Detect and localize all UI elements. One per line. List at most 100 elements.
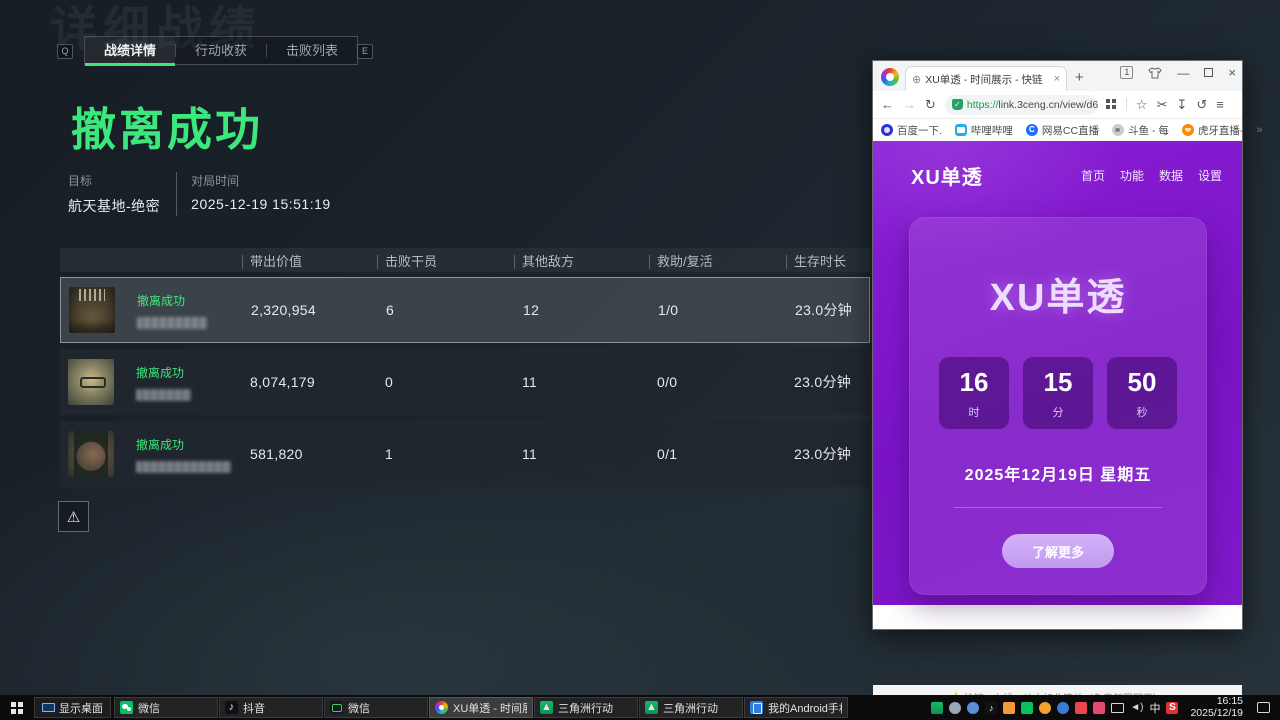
forward-icon[interactable]: → [903, 97, 916, 112]
player-cell: 撤离成功 [61, 287, 241, 333]
tray-microphone-icon[interactable] [949, 702, 961, 714]
goal-label: 目标 [68, 172, 160, 189]
taskbar-app-wechat[interactable]: 微信 [114, 697, 218, 718]
show-desktop-button[interactable]: 显示桌面 [34, 697, 111, 718]
warning-icon: ⚠ [67, 508, 80, 526]
start-button[interactable] [0, 695, 34, 720]
douyin-icon: ♪ [225, 701, 238, 714]
tab-action-loot[interactable]: 行动收获 [176, 37, 266, 64]
address-bar[interactable]: ✓ https://link.3ceng.cn/view/d6 [945, 95, 1098, 115]
tab-kill-list[interactable]: 击败列表 [267, 37, 357, 64]
browser-tab-title: XU单透 - 时间展示 - 快链 [925, 72, 1049, 87]
browser-titlebar[interactable]: ⊕ XU单透 - 时间展示 - 快链 × + 1 — × [873, 61, 1242, 91]
nav-home[interactable]: 首页 [1081, 167, 1105, 184]
bilibili-icon [955, 124, 967, 136]
table-row[interactable]: 撤离成功 2,320,954 6 12 1/0 23.0分钟 [60, 277, 870, 343]
tab-close-icon[interactable]: × [1054, 73, 1060, 85]
url-text: link.3ceng.cn/view/d6 [998, 99, 1097, 111]
download-icon[interactable]: ↧ [1176, 97, 1187, 113]
player-status: 撤离成功 [136, 436, 231, 453]
history-undo-icon[interactable]: ↺ [1196, 97, 1207, 113]
sogou-icon[interactable]: S [1166, 702, 1178, 714]
delta-force-icon: ▲ [540, 701, 553, 714]
tray-red-app-2-icon[interactable] [1093, 702, 1105, 714]
nav-features[interactable]: 功能 [1120, 167, 1144, 184]
refresh-icon[interactable]: ↻ [925, 97, 936, 113]
tray-wechat-icon[interactable] [1021, 702, 1033, 714]
browser-logo-icon[interactable] [881, 68, 899, 86]
back-icon[interactable]: ← [881, 97, 894, 112]
wechat-outline-icon [330, 701, 343, 714]
header-carry-value: 带出价值 [240, 251, 375, 270]
favorite-star-icon[interactable]: ☆ [1136, 97, 1148, 113]
tray-blue-app-icon[interactable] [1057, 702, 1069, 714]
table-row[interactable]: 撤离成功 8,074,179 0 11 0/0 23.0分钟 [60, 349, 870, 415]
notification-center-icon[interactable] [1257, 702, 1270, 713]
seconds-label: 秒 [1137, 404, 1148, 420]
tray-app-icon[interactable] [967, 702, 979, 714]
site-logo: XU单透 [911, 161, 983, 190]
bookmark-douyu[interactable]: 斗鱼 - 每 [1112, 123, 1169, 138]
tray-douyin-icon[interactable]: ♪ [985, 702, 997, 714]
delta-force-icon: ▲ [645, 701, 658, 714]
hours-label: 时 [969, 404, 980, 420]
close-button[interactable]: × [1228, 65, 1236, 80]
site-header: XU单透 首页 功能 数据 设置 [873, 141, 1242, 190]
report-warning-button[interactable]: ⚠ [58, 501, 89, 532]
bookmark-netease-cc[interactable]: C 网易CC直播 [1026, 123, 1099, 138]
bookmarks-overflow-icon[interactable]: » [1256, 124, 1262, 136]
carry-value: 8,074,179 [240, 374, 375, 390]
header-survival-time: 生存时长 [784, 251, 870, 270]
browser-icon [435, 701, 448, 714]
tray-huya-icon[interactable] [1039, 702, 1051, 714]
minimize-button[interactable]: — [1177, 68, 1189, 78]
bookmark-bilibili[interactable]: 哔哩哔哩 [955, 123, 1013, 138]
bookmark-huya[interactable]: 虎牙直播- [1182, 123, 1244, 138]
screenshot-scissors-icon[interactable]: ✂ [1157, 97, 1168, 113]
monitor-icon [42, 703, 55, 712]
volume-icon[interactable]: ◄) [1130, 702, 1143, 713]
squad-score-table: 带出价值 击败干员 其他敌方 救助/复活 生存时长 撤离成功 2,320,954… [60, 248, 870, 493]
network-icon[interactable] [1111, 703, 1124, 713]
rescue-revive: 0/1 [647, 446, 784, 462]
browser-tab[interactable]: ⊕ XU单透 - 时间展示 - 快链 × [905, 66, 1067, 91]
match-time-label: 对局时间 [191, 172, 331, 189]
match-time: 对局时间 2025-12-19 15:51:19 [176, 172, 347, 216]
rescue-revive: 1/0 [648, 302, 785, 318]
nav-data[interactable]: 数据 [1159, 167, 1183, 184]
maximize-button[interactable] [1204, 68, 1213, 77]
tray-app-orange-icon[interactable] [1003, 702, 1015, 714]
carry-value: 2,320,954 [241, 302, 376, 318]
tray-time: 16:15 [1190, 696, 1243, 708]
header-other-enemies: 其他敌方 [512, 251, 647, 270]
menu-icon[interactable]: ≡ [1216, 97, 1224, 112]
date-display: 2025年12月19日 星期五 [910, 461, 1206, 485]
tray-clock[interactable]: 16:15 2025/12/19 [1184, 696, 1251, 719]
player-cell: 撤离成功 [60, 359, 240, 405]
minutes-label: 分 [1053, 404, 1064, 420]
ime-indicator[interactable]: 中 [1149, 700, 1160, 716]
table-row[interactable]: 撤离成功 581,820 1 11 0/1 23.0分钟 [60, 421, 870, 487]
tab-count-badge[interactable]: 1 [1120, 66, 1133, 79]
tray-red-app-icon[interactable] [1075, 702, 1087, 714]
player-status: 撤离成功 [137, 292, 207, 309]
nav-settings[interactable]: 设置 [1198, 167, 1222, 184]
windows-logo-icon [11, 702, 23, 714]
taskbar-app-deltaforce-2[interactable]: ▲ 三角洲行动 [639, 697, 743, 718]
tab-battle-detail[interactable]: 战绩详情 [85, 37, 175, 64]
header-rescue-revive: 救助/复活 [647, 251, 784, 270]
tray-delta-force-icon[interactable] [931, 702, 943, 714]
bookmark-baidu[interactable]: 百度一下. [881, 123, 942, 138]
player-avatar [68, 359, 114, 405]
taskbar-app-douyin[interactable]: ♪ 抖音 [219, 697, 323, 718]
survival-time: 23.0分钟 [784, 372, 870, 392]
new-tab-button[interactable]: + [1075, 69, 1084, 86]
apps-grid-icon[interactable] [1106, 99, 1117, 110]
skin-theme-icon[interactable] [1148, 67, 1162, 79]
taskbar-app-deltaforce-1[interactable]: ▲ 三角洲行动 [534, 697, 638, 718]
taskbar-app-android-phone[interactable]: 我的Android手机... [744, 697, 848, 718]
taskbar-app-browser-active[interactable]: XU单透 - 时间展示... [429, 697, 533, 718]
learn-more-button[interactable]: 了解更多 [1002, 534, 1114, 568]
taskbar-app-wechat-2[interactable]: 微信 [324, 697, 428, 718]
site-nav: 首页 功能 数据 设置 [1081, 167, 1222, 184]
